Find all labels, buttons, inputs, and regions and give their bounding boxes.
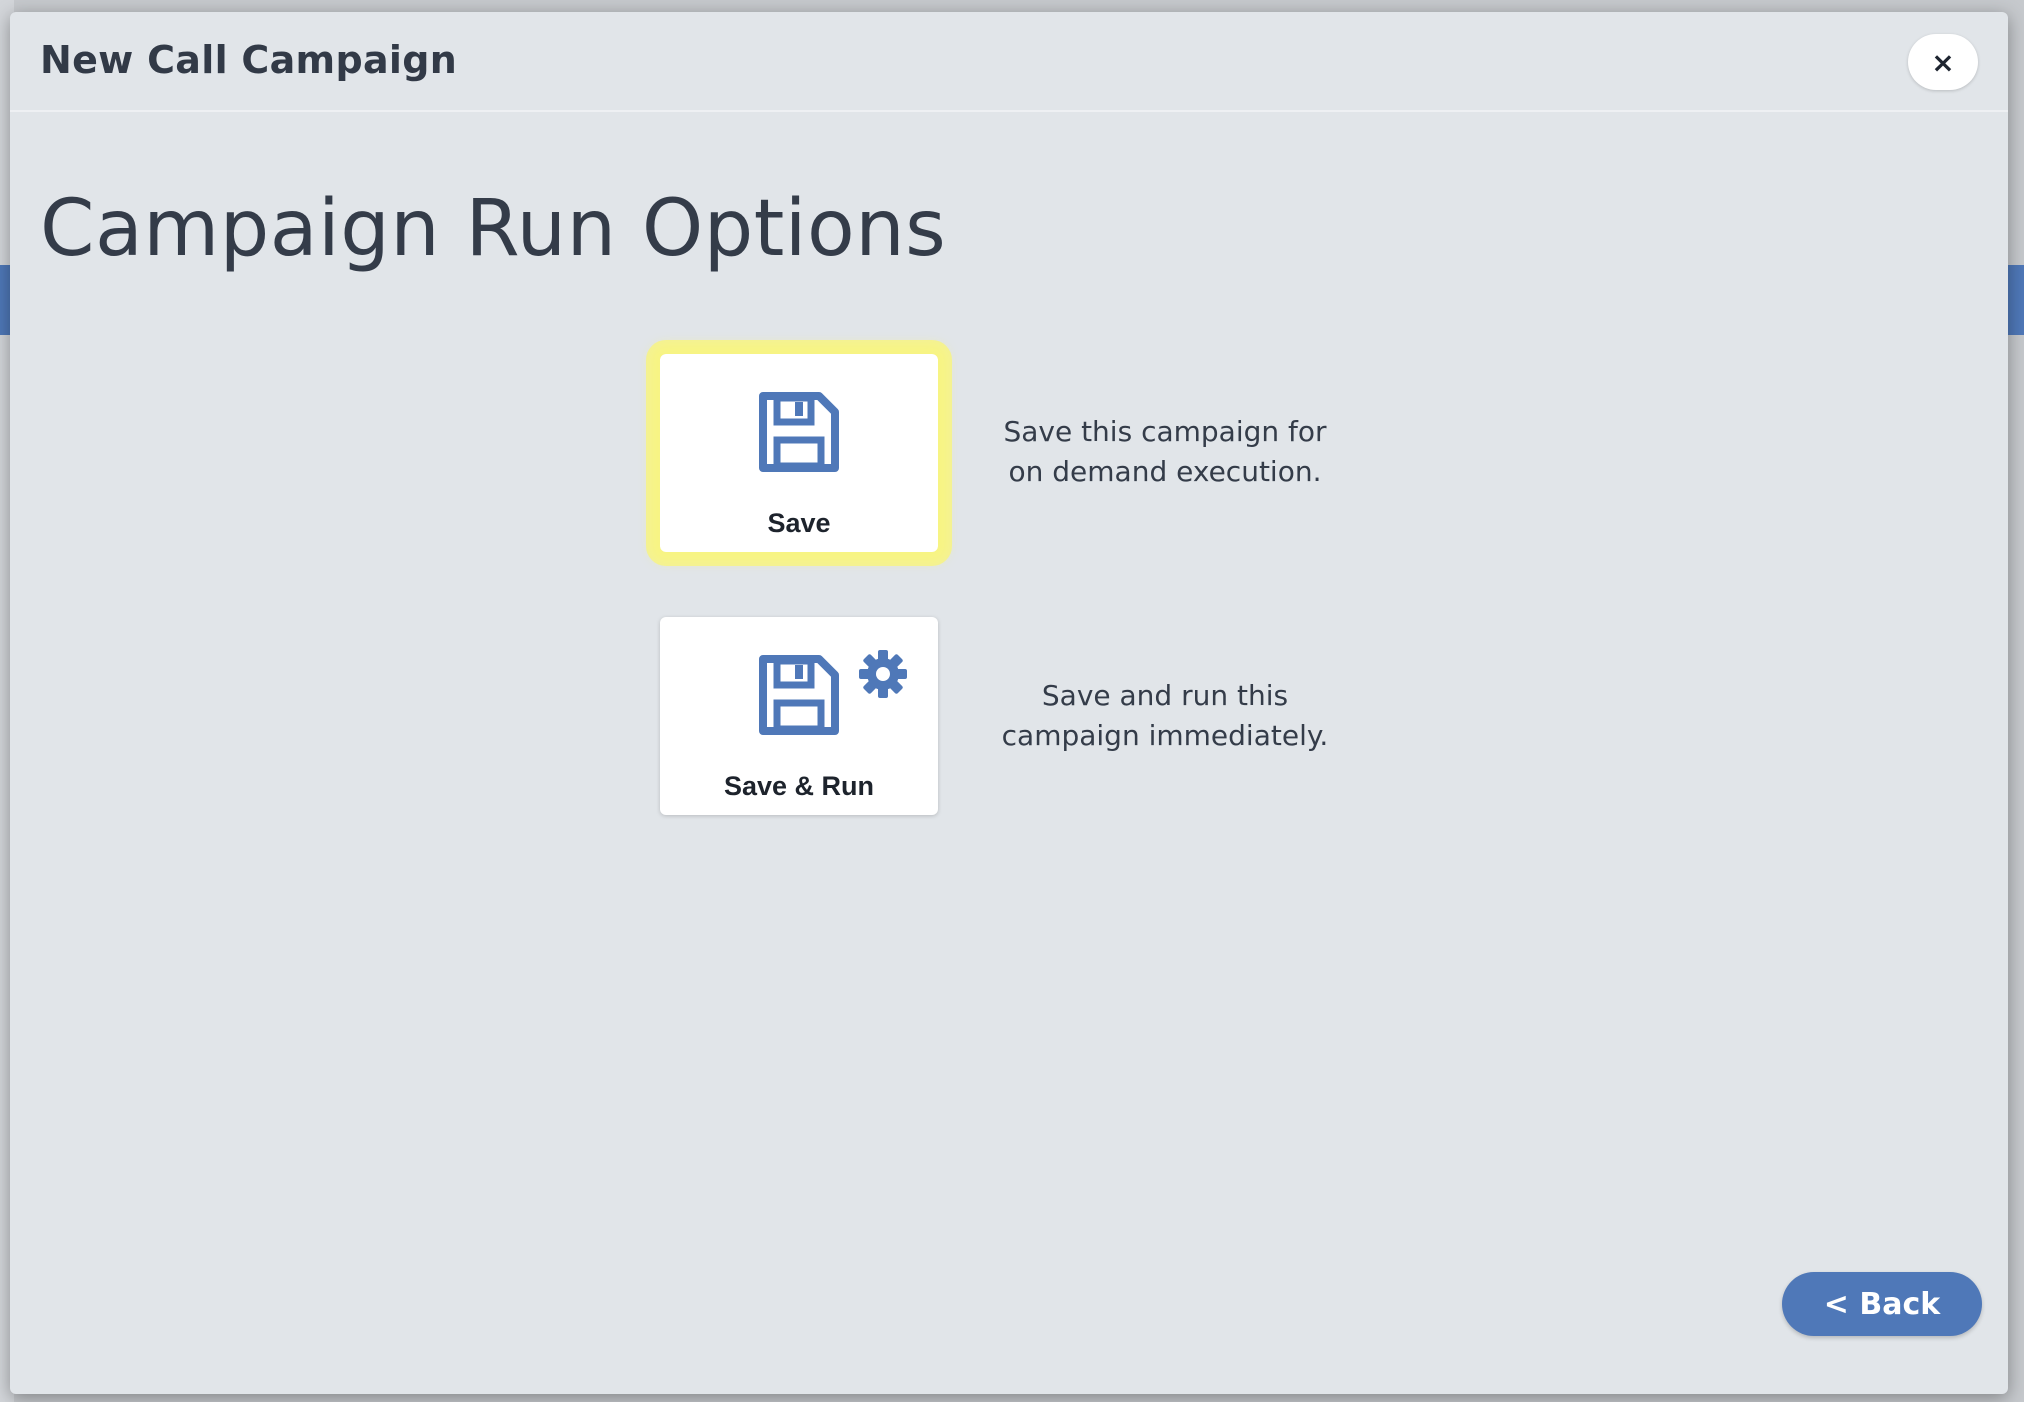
gear-icon (859, 650, 907, 698)
save-option-description-line2: on demand execution. (1008, 455, 1322, 488)
close-icon: × (1931, 45, 1955, 79)
back-button[interactable]: < Back (1782, 1272, 1982, 1336)
save-option-label: Save (767, 508, 831, 538)
save-option-card[interactable]: Save (646, 340, 952, 566)
background-blue-bar-right (2008, 265, 2024, 335)
save-option-description-line1: Save this campaign for (1003, 415, 1327, 448)
page-heading: Campaign Run Options (40, 184, 947, 274)
modal-header: New Call Campaign × (10, 12, 2008, 112)
save-and-run-option-description-line2: campaign immediately. (1001, 719, 1329, 752)
save-and-run-option-description-line1: Save and run this (1041, 679, 1289, 712)
floppy-disk-icon (759, 392, 839, 472)
save-option-description: Save this campaign for on demand executi… (990, 412, 1340, 492)
modal-title: New Call Campaign (40, 38, 458, 82)
floppy-disk-icon (759, 655, 839, 735)
save-and-run-option-label: Save & Run (723, 771, 875, 801)
new-call-campaign-modal: New Call Campaign × Campaign Run Options… (10, 12, 2008, 1394)
close-button[interactable]: × (1908, 34, 1978, 90)
save-and-run-option-description: Save and run this campaign immediately. (990, 676, 1340, 756)
save-and-run-option-card[interactable]: Save & Run (660, 617, 938, 815)
